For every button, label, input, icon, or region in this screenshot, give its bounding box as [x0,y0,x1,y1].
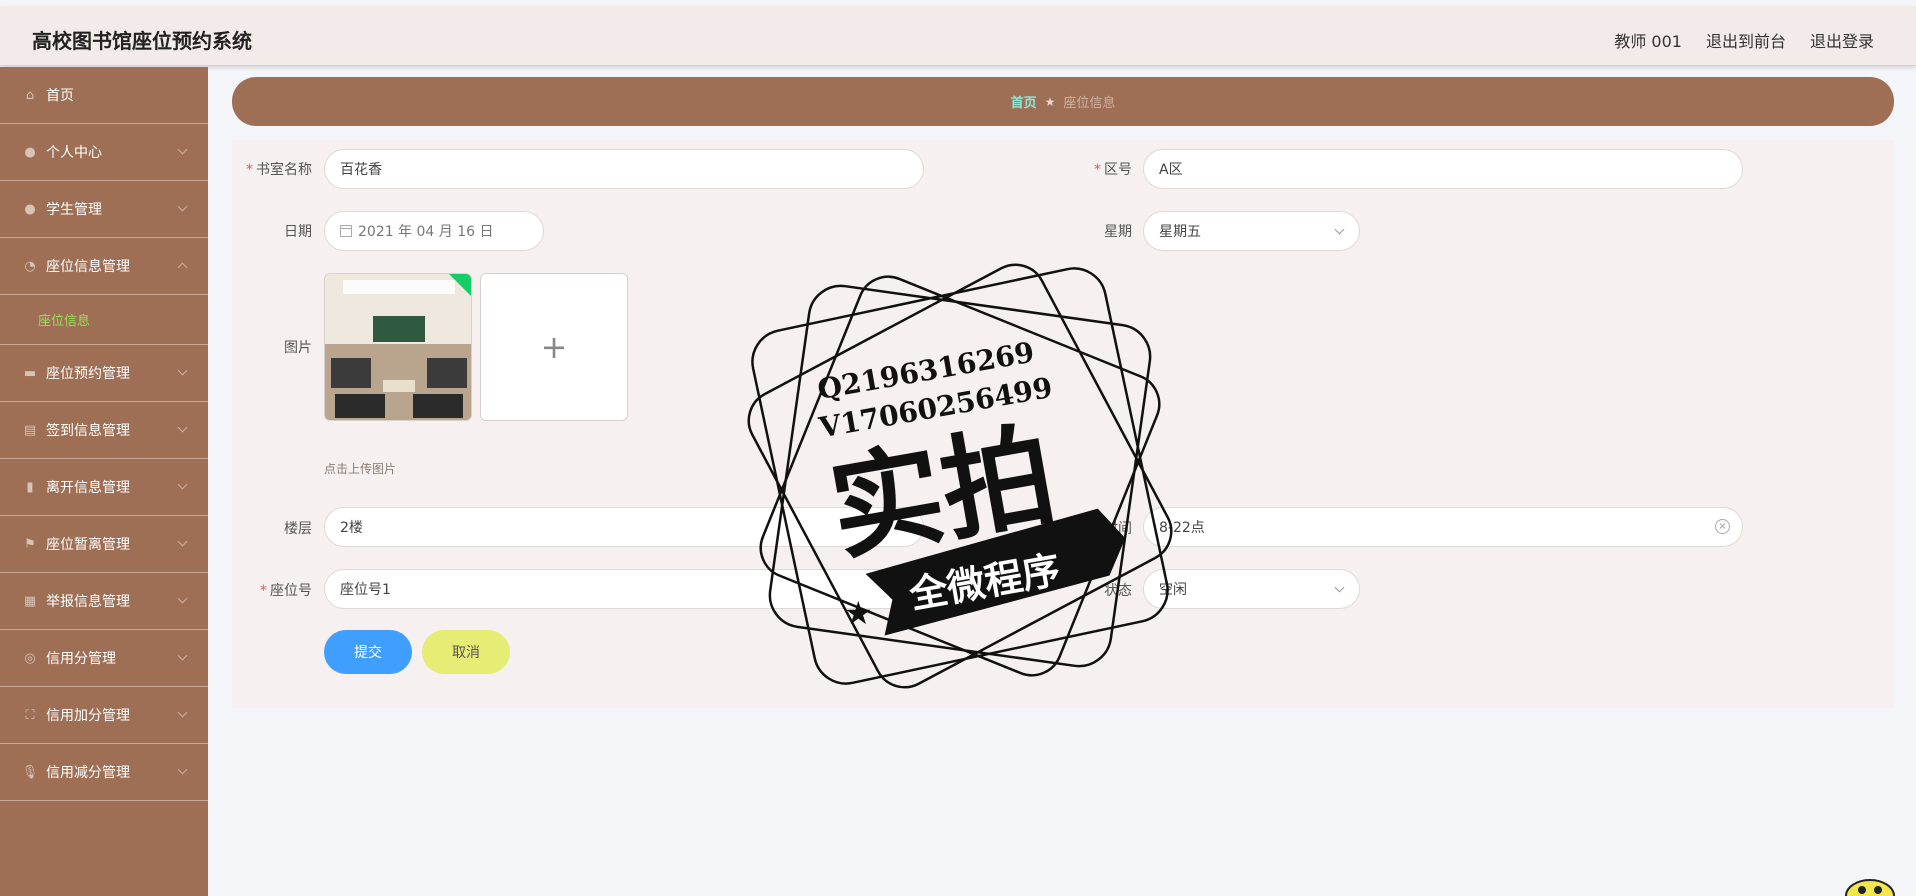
compass-icon: ◎ [24,650,36,666]
calendar-icon [340,225,352,237]
chevron-down-icon [177,536,188,547]
flag-icon: ⚑ [24,536,36,552]
top-header: 高校图书馆座位预约系统 教师 001 退出到前台 退出登录 [0,6,1916,66]
sidebar-item-credit-deduct-management[interactable]: 🎙 信用减分管理 [0,744,208,801]
sidebar-item-credit-add-management[interactable]: ⛶ 信用加分管理 [0,687,208,744]
floor-label: 楼层 [284,521,312,537]
sidebar-item-personal-center[interactable]: ● 个人中心 [0,124,208,181]
ticket-icon: ▬ [23,365,37,381]
current-user[interactable]: 教师 001 [1614,28,1682,52]
logout-link[interactable]: 退出登录 [1810,28,1874,52]
room-name-input[interactable]: 百花香 [324,149,924,189]
chevron-down-icon [177,764,188,775]
sidebar: ⌂ 首页 ● 个人中心 ● 学生管理 ◔ 座位信息管理 座位信息 ▬ 座位预约管… [0,67,208,896]
sidebar-item-leave-management[interactable]: ▮ 离开信息管理 [0,459,208,516]
star-icon: ★ [844,594,873,632]
watermark-stamp: Q2196316269 V17060256499 实拍 全微程序 ★ ★ [747,263,1173,689]
chevron-down-icon [1334,582,1345,593]
chevron-up-icon [177,262,188,273]
submit-button[interactable]: 提交 [324,630,412,674]
chevron-down-icon [177,422,188,433]
sidebar-item-label: 签到信息管理 [46,423,130,439]
breadcrumb: 首页 ★ 座位信息 [232,77,1894,126]
app-title: 高校图书馆座位预约系统 [32,29,252,53]
header-actions: 教师 001 退出到前台 退出登录 [1614,28,1874,52]
seat-number-label: * 座位号 [260,583,312,599]
sidebar-item-temporary-leave-management[interactable]: ⚑ 座位暂离管理 [0,516,208,573]
sidebar-item-label: 信用加分管理 [46,708,130,724]
image-label: 图片 [284,340,312,356]
sidebar-item-credit-management[interactable]: ◎ 信用分管理 [0,630,208,687]
sidebar-item-report-management[interactable]: ▦ 举报信息管理 [0,573,208,630]
sidebar-item-label: 举报信息管理 [46,594,130,610]
breadcrumb-home[interactable]: 首页 [1011,92,1037,111]
home-icon: ⌂ [25,87,35,103]
chevron-down-icon [177,593,188,604]
sidebar-item-label: 座位预约管理 [46,366,130,382]
sidebar-item-label: 学生管理 [46,202,102,218]
grid-icon: ▦ [23,593,37,609]
chevron-down-icon [177,650,188,661]
sidebar-item-student-management[interactable]: ● 学生管理 [0,181,208,238]
chevron-down-icon [177,201,188,212]
area-label: * 区号 [1094,162,1132,178]
chevron-down-icon [177,479,188,490]
sidebar-item-label: 信用分管理 [46,651,116,667]
seat-icon: ◔ [24,258,36,274]
chevron-down-icon [177,365,188,376]
sidebar-item-checkin-management[interactable]: ▤ 签到信息管理 [0,402,208,459]
sidebar-item-home[interactable]: ⌂ 首页 [0,67,208,124]
open-time-input[interactable]: 8-22点 × [1143,507,1743,547]
upload-image-button[interactable]: + [480,273,628,421]
clear-icon[interactable]: × [1715,519,1730,534]
sidebar-item-label: 座位暂离管理 [46,537,130,553]
date-label: 日期 [284,224,312,240]
fullscreen-icon: ⛶ [25,707,35,723]
weekday-label: 星期 [1104,224,1132,240]
student-icon: ● [24,201,36,217]
sidebar-subitem-label: 座位信息 [38,314,91,329]
sidebar-subitem-seat-info[interactable]: 座位信息 [0,295,208,345]
room-name-label: * 书室名称 [246,162,312,178]
chevron-down-icon [1334,224,1345,235]
bar-chart-icon: ▮ [26,479,34,495]
user-icon: ● [24,144,36,160]
date-picker[interactable]: 2021 年 04 月 16 日 [324,211,544,251]
mascot-icon [1845,879,1895,896]
printer-icon: ▤ [23,422,37,438]
sidebar-item-seat-reservation-management[interactable]: ▬ 座位预约管理 [0,345,208,402]
cancel-button[interactable]: 取消 [422,630,510,674]
breadcrumb-separator-icon: ★ [1044,94,1056,109]
chevron-down-icon [177,707,188,718]
sidebar-item-label: 首页 [46,88,74,104]
sidebar-item-seat-info-management[interactable]: ◔ 座位信息管理 [0,238,208,295]
sidebar-item-label: 座位信息管理 [46,259,130,275]
sidebar-item-label: 个人中心 [46,145,102,161]
microphone-icon: 🎙 [21,764,39,780]
weekday-select[interactable]: 星期五 [1143,211,1360,251]
chevron-down-icon [177,144,188,155]
uploaded-image-thumbnail[interactable] [324,273,472,421]
breadcrumb-current: 座位信息 [1063,96,1116,111]
sidebar-item-label: 离开信息管理 [46,480,130,496]
area-input[interactable]: A区 [1143,149,1743,189]
sidebar-item-label: 信用减分管理 [46,765,130,781]
exit-to-front-link[interactable]: 退出到前台 [1706,28,1786,52]
plus-icon: + [540,328,568,366]
upload-hint: 点击上传图片 [324,462,397,476]
star-icon: ★ [1080,518,1109,556]
